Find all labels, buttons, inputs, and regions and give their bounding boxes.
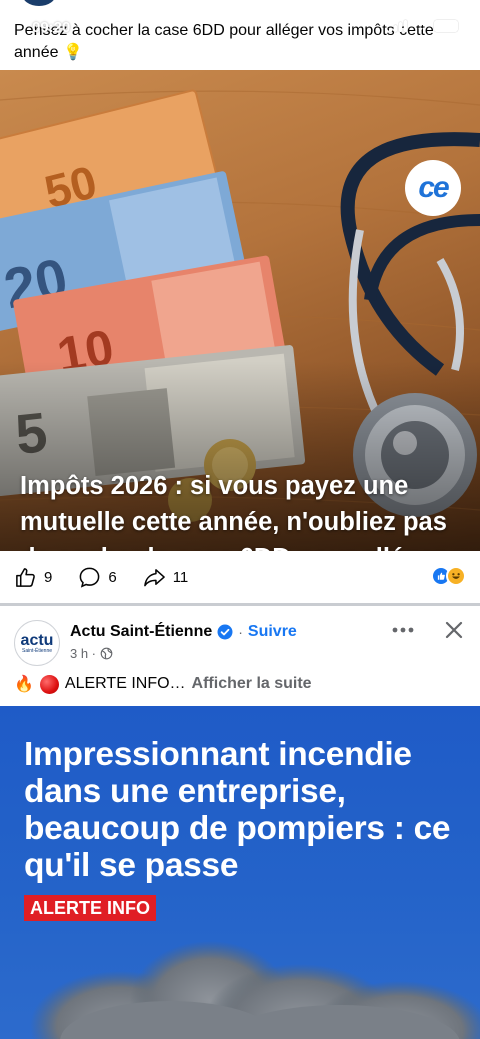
post-action-bar: 9 6 11	[0, 551, 480, 603]
more-options-icon[interactable]	[392, 626, 414, 634]
globe-icon	[100, 647, 113, 660]
signal-icon	[389, 20, 407, 32]
status-time: 09:20	[32, 19, 71, 36]
follow-button[interactable]: Suivre	[248, 623, 297, 641]
author-line: Actu Saint-Étienne · Suivre	[70, 623, 297, 641]
comment-button[interactable]: 6	[78, 566, 117, 589]
comment-count: 6	[108, 568, 117, 586]
separator-dot: ·	[238, 624, 243, 640]
smoke-illustration	[30, 941, 480, 1039]
wifi-icon	[413, 20, 428, 32]
see-more-link[interactable]: Afficher la suite	[192, 675, 312, 693]
previous-post-avatar[interactable]	[22, 0, 56, 6]
like-count: 9	[44, 568, 53, 586]
post-time[interactable]: 3 h ·	[70, 646, 96, 661]
status-indicators	[389, 20, 458, 32]
alert-badge: ALERTE INFO	[24, 895, 156, 921]
share-icon	[143, 568, 165, 586]
post-header: actu Saint-Étienne Actu Saint-Étienne · …	[0, 606, 480, 706]
share-count: 11	[172, 568, 189, 586]
like-button[interactable]: 9	[14, 566, 52, 589]
previous-post-image[interactable]: 50 20 10 5	[0, 70, 480, 551]
avatar[interactable]: actu Saint-Étienne	[14, 620, 60, 666]
author-name[interactable]: Actu Saint-Étienne	[70, 623, 212, 641]
close-icon[interactable]	[445, 621, 463, 639]
thumbs-up-icon	[16, 567, 35, 587]
post-image-headline: Impressionnant incendie dans une entrepr…	[24, 736, 451, 884]
post-image[interactable]: Impressionnant incendie dans une entrepr…	[0, 706, 480, 1039]
post-text: 🔥 ALERTE INFO… Afficher la suite	[14, 674, 312, 694]
ce-logo: ce	[405, 160, 461, 216]
reaction-summary[interactable]	[431, 566, 466, 586]
post-meta: 3 h ·	[70, 646, 113, 661]
verified-badge-icon	[217, 624, 233, 640]
previous-post-caption[interactable]: Pensez à cocher la case 6DD pour alléger…	[14, 20, 454, 64]
haha-icon	[446, 566, 466, 586]
share-button[interactable]: 11	[143, 566, 189, 589]
previous-post-image-headline: Impôts 2026 : si vous payez une mutuelle…	[20, 472, 447, 551]
comment-icon	[79, 567, 100, 588]
battery-icon	[434, 20, 458, 32]
post-text-content: ALERTE INFO…	[64, 675, 186, 692]
fire-icon: 🔥	[14, 676, 34, 693]
red-circle-icon	[39, 674, 59, 694]
previous-post-caption-area: Pensez à cocher la case 6DD pour alléger…	[0, 0, 480, 70]
